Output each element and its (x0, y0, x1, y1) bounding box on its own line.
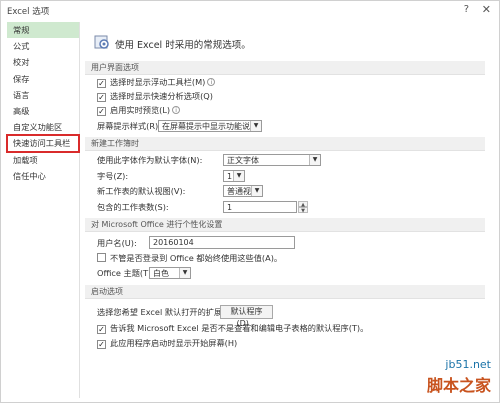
username-value: 20160104 (153, 238, 194, 247)
username-field[interactable]: 20160104 (149, 236, 295, 249)
quick-analysis-option[interactable]: ✓ 选择时显示快速分析选项(Q) (97, 89, 213, 103)
close-icon[interactable]: ✕ (482, 3, 491, 16)
font-size-label: 字号(Z): (97, 171, 129, 181)
default-font-select[interactable]: 正文字体 ▼ (223, 154, 321, 166)
watermark-logo-text: 脚本之家 (426, 376, 491, 395)
quick-analysis-checkbox[interactable]: ✓ (97, 93, 106, 102)
mini-toolbar-checkbox[interactable]: ✓ (97, 79, 106, 88)
tell-me-option[interactable]: ✓ 告诉我 Microsoft Excel 是否不是查看和编辑电子表格的默认程序(… (97, 321, 368, 335)
info-icon: i (207, 78, 216, 86)
font-size-select[interactable]: 11 ▼ (223, 170, 245, 182)
section-personalize: 对 Microsoft Office 进行个性化设置 (85, 218, 485, 232)
mini-toolbar-label: 选择时显示浮动工具栏(M) (110, 77, 206, 87)
screentip-style-value: 在屏幕提示中显示功能说明 (162, 122, 258, 131)
spinner-buttons[interactable]: ▲ ▼ (298, 201, 308, 214)
default-view-label: 新工作表的默认视图(V): (97, 186, 186, 196)
extensions-label: 选择您希望 Excel 默认打开的扩展名: (97, 307, 234, 317)
sidebar-item-save[interactable]: 保存 (7, 71, 79, 87)
always-use-label: 不管是否登录到 Office 都始终使用这些值(A)。 (110, 253, 283, 263)
office-theme-value: 白色 (153, 269, 169, 278)
title-bar: Excel 选项 ? ✕ (1, 1, 499, 21)
live-preview-checkbox[interactable]: ✓ (97, 107, 106, 116)
chevron-down-icon: ▼ (250, 121, 261, 131)
chevron-down-icon: ▼ (309, 155, 320, 165)
default-view-select[interactable]: 普通视图 ▼ (223, 185, 263, 197)
dialog-title: Excel 选项 (7, 7, 50, 17)
info-icon: i (172, 106, 181, 114)
sheet-count-spinner[interactable]: 1 ▲ ▼ (223, 201, 308, 214)
sidebar-item-advanced[interactable]: 高级 (7, 103, 79, 119)
watermark-url: jb51.net (445, 358, 491, 371)
sidebar-item-formulas[interactable]: 公式 (7, 38, 79, 54)
show-start-screen-checkbox[interactable]: ✓ (97, 340, 106, 349)
options-gear-icon (94, 35, 109, 49)
options-panel: 使用 Excel 时采用的常规选项。 用户界面选项 ✓ 选择时显示浮动工具栏(M)… (85, 23, 493, 398)
sidebar-item-general[interactable]: 常规 (7, 22, 79, 39)
default-font-value: 正文字体 (227, 156, 259, 165)
sidebar-item-trust-center[interactable]: 信任中心 (7, 168, 79, 184)
live-preview-option[interactable]: ✓ 启用实时预览(L) i (97, 103, 181, 117)
screentip-label: 屏幕提示样式(R): (97, 121, 161, 131)
sidebar-item-language[interactable]: 语言 (7, 87, 79, 103)
sidebar-item-customize-ribbon[interactable]: 自定义功能区 (7, 119, 79, 135)
always-use-checkbox[interactable] (97, 253, 106, 262)
default-font-label: 使用此字体作为默认字体(N): (97, 155, 203, 165)
office-theme-label: Office 主题(T): (97, 268, 155, 278)
watermark: jb51.net 脚本之家 (427, 358, 491, 396)
section-ui-options: 用户界面选项 (85, 61, 485, 75)
tell-me-checkbox[interactable]: ✓ (97, 325, 106, 334)
always-use-option[interactable]: 不管是否登录到 Office 都始终使用这些值(A)。 (97, 251, 282, 265)
office-theme-select[interactable]: 白色 ▼ (149, 267, 191, 279)
live-preview-label: 启用实时预览(L) (110, 105, 171, 115)
default-programs-button[interactable]: 默认程序(D)... (220, 305, 273, 328)
chevron-down-icon: ▼ (179, 268, 190, 278)
show-start-screen-option[interactable]: ✓ 此应用程序启动时显示开始屏幕(H) (97, 336, 237, 350)
section-new-workbook: 新建工作簿时 (85, 137, 485, 151)
tell-me-label: 告诉我 Microsoft Excel 是否不是查看和编辑电子表格的默认程序(T… (110, 323, 369, 333)
chevron-down-icon: ▼ (251, 186, 262, 196)
sidebar-item-proofing[interactable]: 校对 (7, 54, 79, 70)
show-start-screen-label: 此应用程序启动时显示开始屏幕(H) (110, 338, 238, 348)
sheet-count-label: 包含的工作表数(S): (97, 202, 169, 212)
screentip-style-select[interactable]: 在屏幕提示中显示功能说明 ▼ (158, 120, 262, 132)
quick-analysis-label: 选择时显示快速分析选项(Q) (110, 91, 213, 101)
help-icon[interactable]: ? (464, 4, 469, 15)
excel-options-dialog: Excel 选项 ? ✕ 常规 公式 校对 保存 语言 高级 自定义功能区 快速… (0, 0, 500, 403)
section-startup: 启动选项 (85, 285, 485, 299)
username-label: 用户名(U): (97, 238, 137, 248)
sidebar: 常规 公式 校对 保存 语言 高级 自定义功能区 快速访问工具栏 加载项 信任中… (6, 22, 80, 398)
spin-down-icon[interactable]: ▼ (298, 207, 308, 214)
chevron-down-icon: ▼ (233, 171, 244, 181)
mini-toolbar-option[interactable]: ✓ 选择时显示浮动工具栏(M) i (97, 75, 216, 89)
sidebar-item-add-ins[interactable]: 加载项 (7, 152, 79, 168)
panel-header-text: 使用 Excel 时采用的常规选项。 (115, 40, 251, 51)
sheet-count-value: 1 (227, 203, 233, 212)
sidebar-item-quick-access-toolbar[interactable]: 快速访问工具栏 (6, 134, 80, 153)
